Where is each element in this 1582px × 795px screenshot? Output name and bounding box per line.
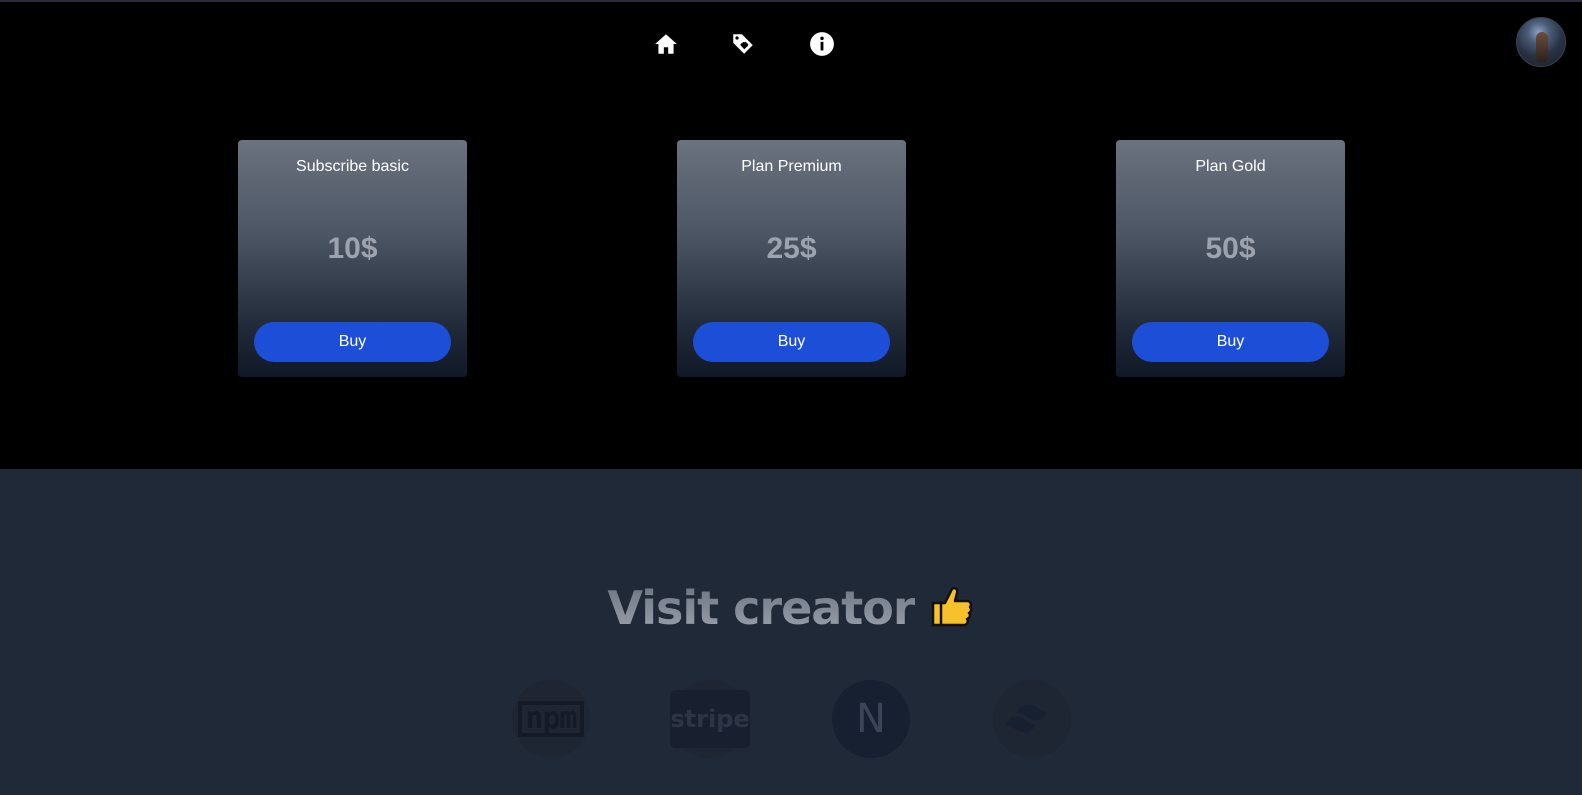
plan-card-gold: Plan Gold 50$ Buy: [1116, 140, 1345, 377]
avatar-photo: [1536, 32, 1548, 62]
plan-card-basic: Subscribe basic 10$ Buy: [238, 140, 467, 377]
pricing-cards: Subscribe basic 10$ Buy Plan Premium 25$…: [0, 140, 1582, 377]
plan-title: Subscribe basic: [296, 158, 409, 175]
thumbs-up-icon: [925, 581, 975, 642]
buy-button[interactable]: Buy: [1132, 322, 1329, 362]
stripe-logo[interactable]: stripe: [670, 680, 750, 758]
buy-button[interactable]: Buy: [693, 322, 890, 362]
nextjs-logo-text: N: [832, 680, 910, 758]
buy-button[interactable]: Buy: [254, 322, 451, 362]
plan-price: 50$: [1205, 232, 1256, 265]
info-icon[interactable]: [806, 28, 838, 60]
npm-logo[interactable]: npm: [512, 680, 590, 758]
nextjs-logo[interactable]: N: [832, 680, 910, 758]
visit-creator-link[interactable]: Visit creator: [607, 581, 915, 635]
visit-creator-heading: Visit creator: [0, 581, 1582, 642]
tailwind-logo-shape: [1005, 704, 1048, 733]
stripe-logo-text: stripe: [670, 690, 750, 748]
footer: Visit creator npm stripe N: [0, 469, 1582, 795]
npm-logo-text: npm: [518, 701, 584, 737]
top-border: [0, 0, 1582, 2]
plan-card-premium: Plan Premium 25$ Buy: [677, 140, 906, 377]
avatar[interactable]: [1516, 17, 1566, 67]
plan-title: Plan Gold: [1195, 158, 1266, 175]
plan-price: 25$: [766, 232, 817, 265]
home-icon[interactable]: [650, 28, 682, 60]
tag-heart-icon[interactable]: [727, 28, 759, 60]
plan-price: 10$: [327, 232, 378, 265]
plan-title: Plan Premium: [741, 158, 842, 175]
tailwind-icon[interactable]: [993, 680, 1071, 758]
top-nav: [0, 24, 1582, 64]
